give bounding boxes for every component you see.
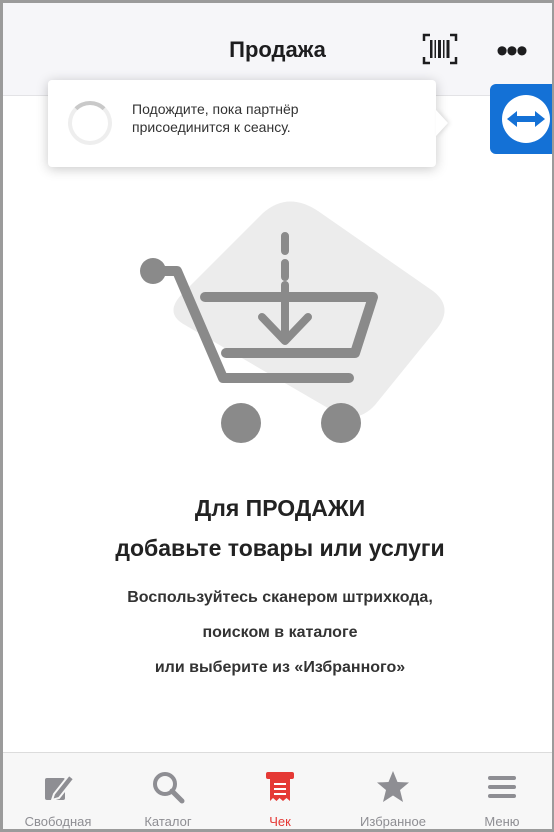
cart-handle-knob <box>140 258 166 284</box>
tab-label: Каталог <box>144 814 192 829</box>
cart-wheel-left <box>221 403 261 443</box>
empty-state-hint-3: или выберите из «Избранного» <box>154 659 406 676</box>
page-title: Продажа <box>229 37 326 62</box>
tab-free-price[interactable]: Свободная <box>3 753 113 829</box>
free-price-edit-icon <box>45 773 76 802</box>
tab-label: Чек <box>269 814 291 829</box>
cart-download-icon <box>140 201 445 443</box>
connection-waiting-toast: Подождите, пока партнёр присоединится к … <box>48 80 448 167</box>
tab-label: Свободная <box>24 814 92 829</box>
search-icon <box>153 772 185 804</box>
tab-favorites[interactable]: Избранное <box>337 753 449 829</box>
barcode-scanner-button[interactable] <box>420 29 460 69</box>
toast-message-line-2: присоединится к сеансу. <box>132 119 291 135</box>
background-blob <box>173 201 445 417</box>
more-dots-icon: ••• <box>496 32 528 70</box>
cart-wheel-right <box>321 403 361 443</box>
barcode-scanner-icon <box>422 33 458 65</box>
receipt-icon <box>266 772 294 801</box>
loading-spinner-icon <box>68 101 112 145</box>
teamviewer-icon <box>502 95 550 143</box>
empty-state-headline-1: Для ПРОДАЖИ <box>194 495 366 521</box>
tab-receipt[interactable]: Чек <box>223 753 337 829</box>
tab-label: Избранное <box>360 814 426 829</box>
hamburger-menu-icon <box>488 776 516 798</box>
toast-message: Подождите, пока партнёр присоединится к … <box>132 100 422 136</box>
app-window: Продажа ••• Подождите, пока партнёр прис… <box>0 0 554 832</box>
tab-label: Меню <box>484 814 520 829</box>
toast-pointer <box>436 110 448 136</box>
teamviewer-button[interactable] <box>490 84 552 154</box>
empty-state-headline-2: добавьте товары или услуги <box>115 535 445 561</box>
bottom-tab-bar: Свободная Каталог Чек Избранное Меню <box>3 752 552 829</box>
more-options-button[interactable]: ••• <box>489 33 533 69</box>
toast-message-line-1: Подождите, пока партнёр <box>132 101 299 117</box>
empty-state-hint-2: поиском в каталоге <box>202 624 358 641</box>
tab-menu[interactable]: Меню <box>449 753 552 829</box>
tab-catalog[interactable]: Каталог <box>113 753 223 829</box>
empty-state-hint-1: Воспользуйтесь сканером штрихкода, <box>127 589 433 606</box>
star-icon <box>377 771 409 802</box>
